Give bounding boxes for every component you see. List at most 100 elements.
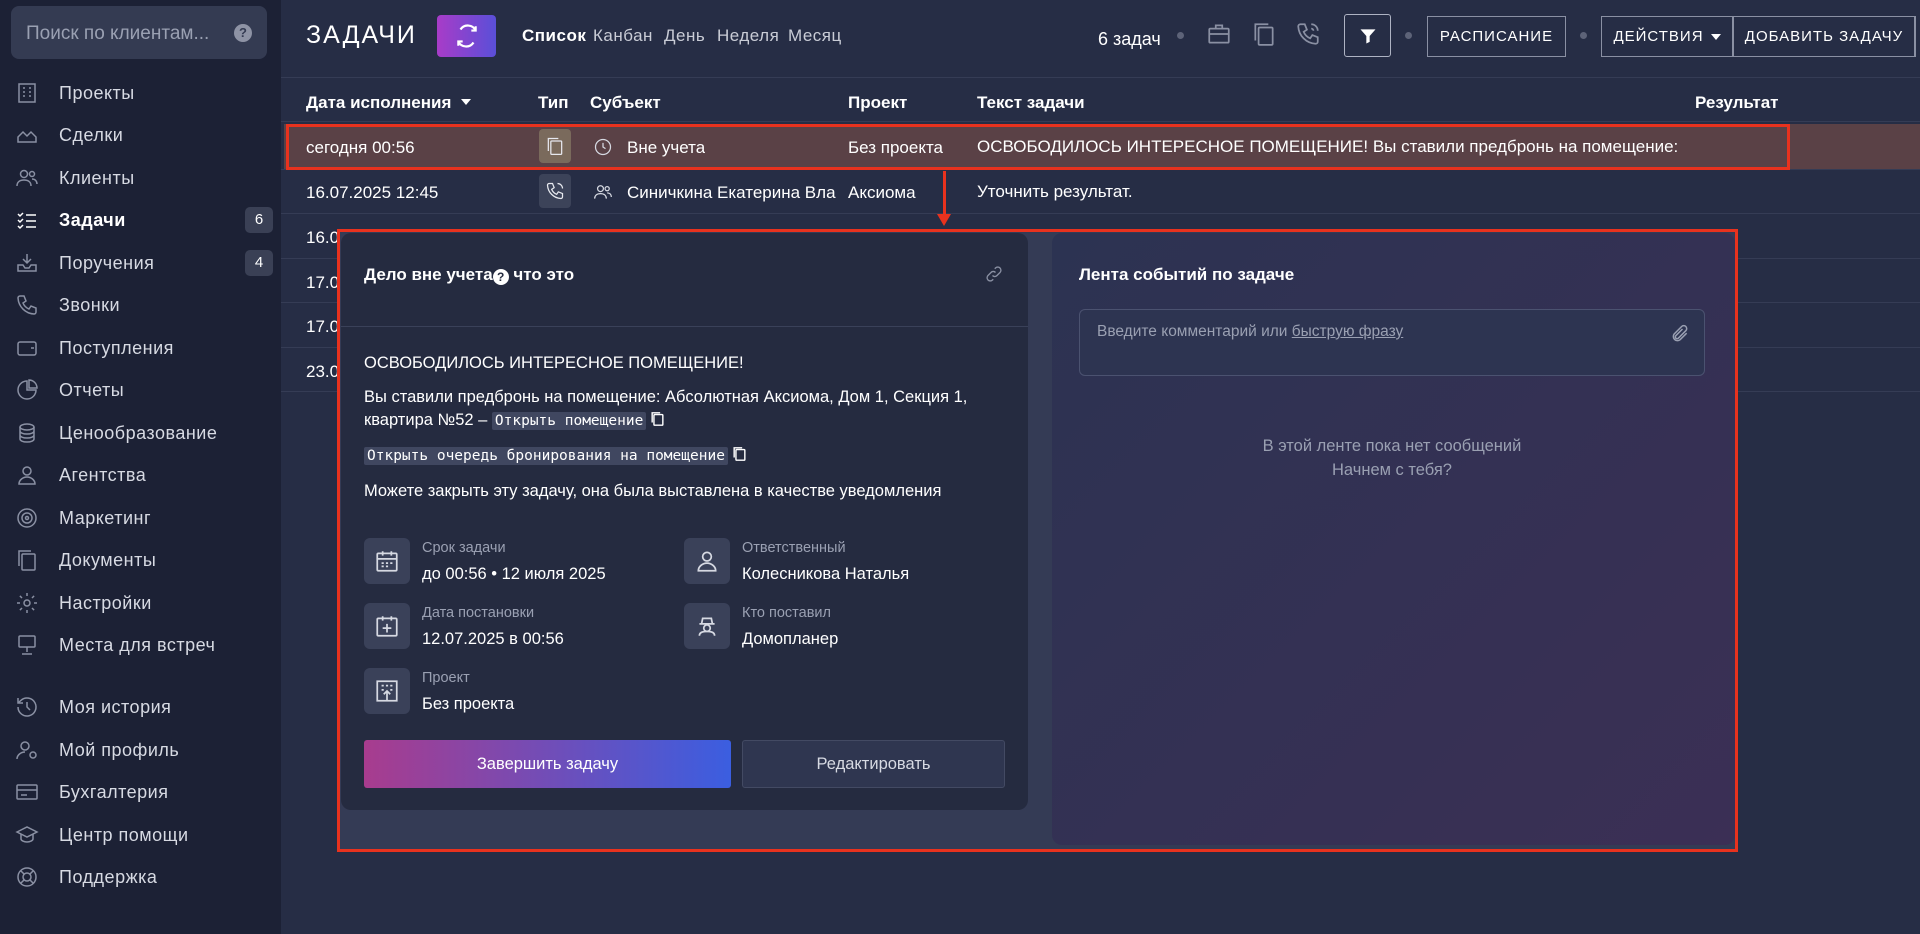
calendar-plus-icon — [364, 603, 410, 649]
col-header-type[interactable]: Тип — [538, 93, 568, 113]
sidebar-item-label: Центр помощи — [59, 824, 189, 845]
row-due-date: сегодня 00:56 — [306, 138, 415, 157]
sidebar-item-support[interactable]: Поддержка — [0, 857, 281, 897]
separator-dot — [1580, 32, 1587, 39]
chevron-down-icon — [1710, 33, 1721, 40]
sidebar-item-label: Звонки — [59, 294, 121, 315]
schedule-button[interactable]: РАСПИСАНИЕ — [1427, 16, 1566, 57]
responsible-label: Ответственный — [742, 540, 846, 556]
comment-placeholder-text: Введите комментарий или — [1097, 323, 1292, 340]
col-header-result[interactable]: Результат — [1695, 93, 1779, 113]
sidebar-item-projects[interactable]: Проекты — [0, 73, 281, 113]
deadline-label: Срок задачи — [422, 540, 506, 556]
open-room-link[interactable]: Открыть помещение — [491, 412, 647, 430]
toolbar-edge — [1915, 16, 1920, 57]
comment-placeholder: Введите комментарий или быструю фразу — [1097, 323, 1403, 341]
sidebar-item-label: Маркетинг — [59, 507, 152, 528]
quick-phrase-link[interactable]: быструю фразу — [1292, 323, 1404, 340]
project-label: Проект — [422, 670, 470, 686]
row-task-text: Уточнить результат. — [977, 182, 1133, 201]
tab-list[interactable]: Список — [522, 26, 586, 46]
assignments-count-badge: 4 — [245, 250, 273, 276]
sidebar-item-clients[interactable]: Клиенты — [0, 158, 281, 198]
sidebar-item-label: Проекты — [59, 82, 135, 103]
tab-day[interactable]: День — [664, 26, 705, 46]
edit-task-button[interactable]: Редактировать — [742, 740, 1005, 788]
row-due-date: 23.0 — [306, 362, 340, 381]
sidebar-item-label: Моя история — [59, 696, 172, 717]
created-value: 12.07.2025 в 00:56 — [422, 630, 564, 648]
sidebar-item-pricing[interactable]: Ценообразование — [0, 413, 281, 453]
copy-icon[interactable] — [732, 445, 747, 461]
tab-week[interactable]: Неделя — [717, 26, 779, 46]
sidebar-item-agencies[interactable]: Агентства — [0, 455, 281, 495]
complete-task-button[interactable]: Завершить задачу — [364, 740, 731, 788]
row-subject: Вне учета — [627, 138, 706, 157]
col-header-due-date[interactable]: Дата исполнения — [306, 93, 472, 113]
filter-button[interactable] — [1344, 14, 1391, 57]
help-icon[interactable]: ? — [234, 24, 252, 42]
tab-kanban[interactable]: Канбан — [593, 26, 653, 46]
sidebar-item-settings[interactable]: Настройки — [0, 583, 281, 623]
calls-filter-icon[interactable] — [1295, 21, 1323, 49]
task-count: 6 задач — [1098, 29, 1161, 49]
sidebar-item-label: Мой профиль — [59, 739, 180, 760]
sidebar-item-calls[interactable]: Звонки — [0, 285, 281, 325]
tab-month[interactable]: Месяц — [788, 26, 842, 46]
wallet-icon — [14, 335, 40, 361]
created-label: Дата постановки — [422, 605, 535, 621]
task-detail-card — [341, 233, 1028, 810]
sidebar-item-documents[interactable]: Документы — [0, 540, 281, 580]
actions-button[interactable]: ДЕЙСТВИЯ — [1601, 16, 1733, 57]
sidebar-item-accounting[interactable]: Бухгалтерия — [0, 772, 281, 812]
filter-icon — [1360, 28, 1375, 43]
sidebar-item-help-center[interactable]: Центр помощи — [0, 815, 281, 855]
client-search-input[interactable]: Поиск по клиентам... ? — [11, 6, 267, 59]
row-due-date: 16.0 — [306, 228, 340, 247]
sidebar-item-receipts[interactable]: Поступления — [0, 328, 281, 368]
row-due-date: 17.0 — [306, 273, 340, 292]
col-header-subject[interactable]: Субъект — [590, 93, 661, 113]
row-project: Аксиома — [848, 183, 916, 202]
row-due-date: 16.07.2025 12:45 — [306, 183, 439, 202]
sidebar-item-tasks[interactable]: Задачи 6 — [0, 200, 281, 240]
sidebar-item-assignments[interactable]: Поручения 4 — [0, 243, 281, 283]
open-booking-queue-link[interactable]: Открыть очередь бронирования на помещени… — [364, 447, 728, 465]
what-is-this-link[interactable]: что это — [509, 265, 574, 284]
task-description-text: квартира №52 – — [364, 411, 492, 429]
sidebar-item-label: Поступления — [59, 337, 174, 358]
briefcase-icon[interactable] — [1206, 21, 1234, 49]
sidebar-item-my-history[interactable]: Моя история — [0, 687, 281, 727]
question-icon[interactable]: ? — [492, 269, 509, 285]
col-header-project[interactable]: Проект — [848, 93, 907, 113]
task-description-line1: Вы ставили предбронь на помещение: Абсол… — [364, 388, 968, 406]
task-detail-title: Дело вне учета? что это — [364, 265, 574, 285]
row-divider — [281, 169, 1920, 170]
calendar-icon — [364, 538, 410, 584]
history-icon — [14, 694, 40, 720]
task-detail-title-text: Дело вне учета — [364, 265, 493, 284]
events-feed-title: Лента событий по задаче — [1079, 265, 1295, 284]
sidebar-item-label: Документы — [59, 549, 157, 570]
agent-hat-icon — [684, 603, 730, 649]
comment-input[interactable]: Введите комментарий или быструю фразу — [1079, 309, 1705, 376]
documents-filter-icon[interactable] — [1251, 21, 1279, 49]
sidebar-item-deals[interactable]: Сделки — [0, 115, 281, 155]
link-icon[interactable] — [985, 265, 1003, 283]
sidebar-item-label: Отчеты — [59, 379, 125, 400]
sidebar: Поиск по клиентам... ? Проекты Сделки Кл… — [0, 0, 281, 934]
modal-divider — [341, 326, 1028, 327]
search-placeholder: Поиск по клиентам... — [26, 23, 210, 44]
paperclip-icon[interactable] — [1670, 323, 1690, 345]
col-header-task-text[interactable]: Текст задачи — [977, 93, 1085, 113]
sidebar-item-marketing[interactable]: Маркетинг — [0, 498, 281, 538]
sidebar-item-reports[interactable]: Отчеты — [0, 370, 281, 410]
responsible-value[interactable]: Колесникова Наталья — [742, 565, 909, 584]
col-header-label: Дата исполнения — [306, 93, 452, 112]
sidebar-item-meeting-places[interactable]: Места для встреч — [0, 625, 281, 665]
refresh-button[interactable] — [437, 15, 496, 57]
sidebar-item-my-profile[interactable]: Мой профиль — [0, 730, 281, 770]
add-task-button[interactable]: ДОБАВИТЬ ЗАДАЧУ — [1733, 16, 1915, 57]
sidebar-item-label: Поддержка — [59, 866, 158, 887]
copy-icon[interactable] — [650, 410, 665, 426]
